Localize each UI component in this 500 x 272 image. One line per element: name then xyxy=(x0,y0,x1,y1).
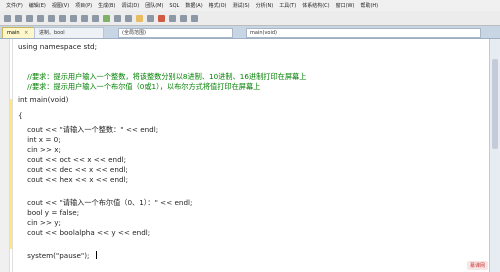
watermark-logo: 慕课网 xyxy=(466,261,488,270)
menu-edit[interactable]: 编辑(E) xyxy=(29,2,46,9)
menu-window[interactable]: 窗口(W) xyxy=(336,2,355,9)
outline-margin xyxy=(12,39,13,272)
code-line: cin >> x; xyxy=(18,145,61,154)
comment-text: //要求：提示用户输入一个布尔值（0或1），以布尔方式将值打印在屏幕上 xyxy=(27,82,261,91)
copy-icon[interactable] xyxy=(59,14,66,22)
code-editor[interactable]: using namespace std; //要求：提示用户输入一个整数，将该整… xyxy=(0,39,490,272)
member-dropdown[interactable]: main(void) xyxy=(246,28,481,38)
change-tracking-bar xyxy=(10,99,12,249)
open-icon[interactable] xyxy=(15,14,22,22)
redo-icon[interactable] xyxy=(92,14,99,22)
code-line: int x = 0; xyxy=(18,135,61,144)
code-line: { xyxy=(18,111,23,120)
menu-sql[interactable]: SQL xyxy=(169,3,179,9)
text-cursor xyxy=(96,251,97,259)
bookmark-icon[interactable] xyxy=(136,14,143,22)
menu-test[interactable]: 测试(S) xyxy=(233,2,250,9)
close-icon[interactable]: × xyxy=(24,30,28,36)
paste-icon[interactable] xyxy=(70,14,77,22)
menu-debug[interactable]: 调试(D) xyxy=(121,2,139,9)
new-project-icon[interactable] xyxy=(4,14,11,22)
tab-file-label: 进制、bool xyxy=(39,30,65,36)
solution-explorer-icon[interactable] xyxy=(169,14,176,22)
toolbar xyxy=(0,11,500,26)
menu-build[interactable]: 生成(B) xyxy=(98,2,115,9)
member-dropdown-value: main(void) xyxy=(250,30,277,36)
code-line: cout << "请输入一个布尔值（0、1）：" << endl; xyxy=(18,198,193,207)
tab-main-label: main xyxy=(7,30,20,36)
menu-format[interactable]: 格式(O) xyxy=(209,2,227,9)
code-line: using namespace std; xyxy=(18,42,97,51)
code-line: cin >> y; xyxy=(18,218,61,227)
config-icon[interactable] xyxy=(114,14,121,22)
code-line: cout << dec << x << endl; xyxy=(18,165,128,174)
menu-help[interactable]: 帮助(H) xyxy=(360,2,378,9)
scrollbar-thumb[interactable] xyxy=(492,59,498,149)
tab-main[interactable]: main × xyxy=(2,27,38,38)
menu-analyze[interactable]: 分析(N) xyxy=(256,2,274,9)
toolbox-icon[interactable] xyxy=(191,14,198,22)
menu-file[interactable]: 文件(F) xyxy=(6,2,23,9)
start-debug-icon[interactable] xyxy=(103,14,110,22)
code-line: system("pause"); xyxy=(18,251,90,260)
menu-project[interactable]: 项目(P) xyxy=(75,2,92,9)
document-tab-strip: main × 进制、bool (全局范围) main(void) xyxy=(0,26,500,39)
code-line: cout << "请输入一个整数：" << endl; xyxy=(18,125,159,134)
menu-tools[interactable]: 工具(T) xyxy=(279,2,296,9)
menu-team[interactable]: 团队(M) xyxy=(145,2,163,9)
properties-icon[interactable] xyxy=(180,14,187,22)
tab-file[interactable]: 进制、bool xyxy=(34,27,104,38)
stop-icon[interactable] xyxy=(158,14,165,22)
code-line: cout << oct << x << endl; xyxy=(18,155,127,164)
vertical-scrollbar[interactable] xyxy=(490,39,500,272)
comment-icon[interactable] xyxy=(147,14,154,22)
menu-data[interactable]: 数据(A) xyxy=(185,2,202,9)
menu-architecture[interactable]: 体系结构(C) xyxy=(302,2,329,9)
code-line: bool y = false; xyxy=(18,208,80,217)
code-line: cout << hex << x << endl; xyxy=(18,175,129,184)
code-line: int main(void) xyxy=(18,95,69,104)
save-all-icon[interactable] xyxy=(37,14,44,22)
save-icon[interactable] xyxy=(26,14,33,22)
scope-dropdown[interactable]: (全局范围) xyxy=(118,28,233,38)
menu-view[interactable]: 视图(V) xyxy=(52,2,69,9)
code-line: cout << boolalpha << y << endl; xyxy=(18,228,151,237)
cut-icon[interactable] xyxy=(48,14,55,22)
editor-gutter xyxy=(0,39,10,272)
find-icon[interactable] xyxy=(125,14,132,22)
undo-icon[interactable] xyxy=(81,14,88,22)
scope-dropdown-value: (全局范围) xyxy=(122,30,146,36)
